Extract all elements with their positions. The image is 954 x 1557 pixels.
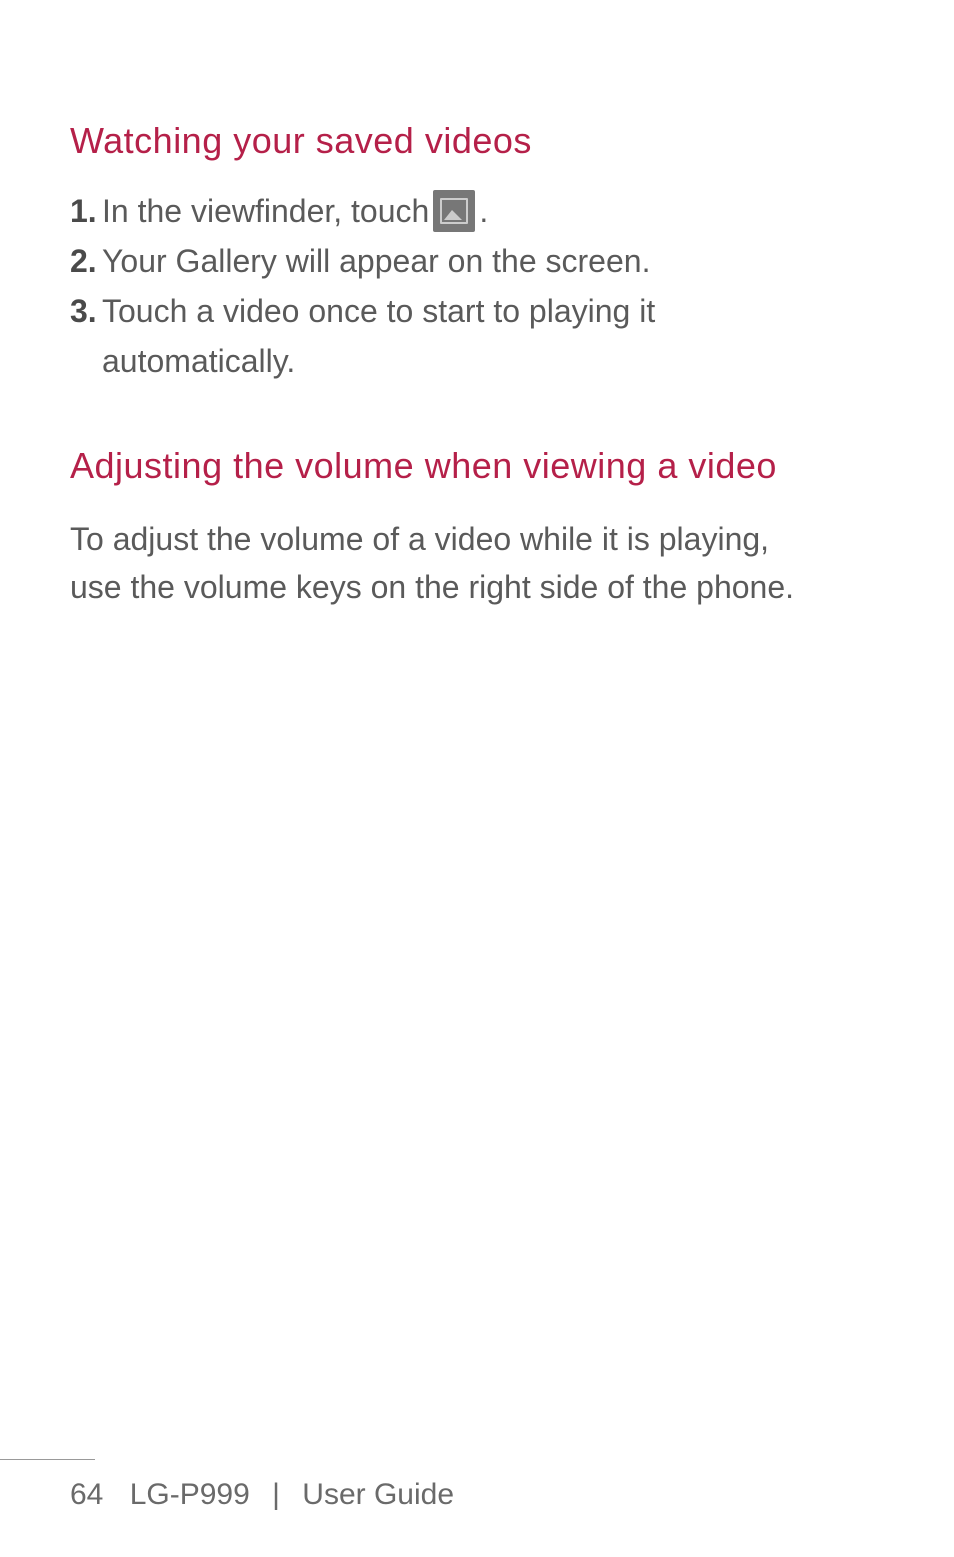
page-footer: 64 LG-P999 | User Guide bbox=[0, 1459, 954, 1512]
footer-rule bbox=[0, 1459, 95, 1460]
body-line-1: To adjust the volume of a video while it… bbox=[70, 515, 884, 563]
numbered-list-1: 1. In the viewfinder, touch . 2. Your Ga… bbox=[70, 187, 884, 385]
footer-model: LG-P999 bbox=[130, 1478, 250, 1511]
footer-divider: | bbox=[272, 1478, 280, 1511]
heading-watching-videos: Watching your saved videos bbox=[70, 120, 884, 162]
gallery-thumbnail-icon bbox=[433, 190, 475, 232]
text-after-icon: . bbox=[479, 187, 488, 235]
list-item-3: 3. Touch a video once to start to playin… bbox=[70, 287, 884, 385]
body-line-2: use the volume keys on the right side of… bbox=[70, 563, 884, 611]
footer-text: 64 LG-P999 | User Guide bbox=[0, 1478, 954, 1512]
page-content: Watching your saved videos 1. In the vie… bbox=[0, 0, 954, 611]
list-item-1: 1. In the viewfinder, touch . bbox=[70, 187, 884, 235]
list-item-2: 2. Your Gallery will appear on the scree… bbox=[70, 237, 884, 285]
footer-guide-label: User Guide bbox=[302, 1478, 454, 1511]
body-paragraph: To adjust the volume of a video while it… bbox=[70, 515, 884, 611]
list-text-3-line1: Touch a video once to start to playing i… bbox=[102, 287, 884, 335]
list-number-2: 2. bbox=[70, 237, 98, 285]
list-number-3: 3. bbox=[70, 287, 98, 335]
text-before-icon: In the viewfinder, touch bbox=[102, 187, 429, 235]
list-text-2: Your Gallery will appear on the screen. bbox=[102, 237, 884, 285]
list-text-1: In the viewfinder, touch . bbox=[102, 187, 884, 235]
list-number-1: 1. bbox=[70, 187, 98, 235]
heading-adjusting-volume: Adjusting the volume when viewing a vide… bbox=[70, 445, 884, 487]
list-text-3-line2: automatically. bbox=[70, 337, 884, 385]
page-number: 64 bbox=[70, 1478, 103, 1511]
